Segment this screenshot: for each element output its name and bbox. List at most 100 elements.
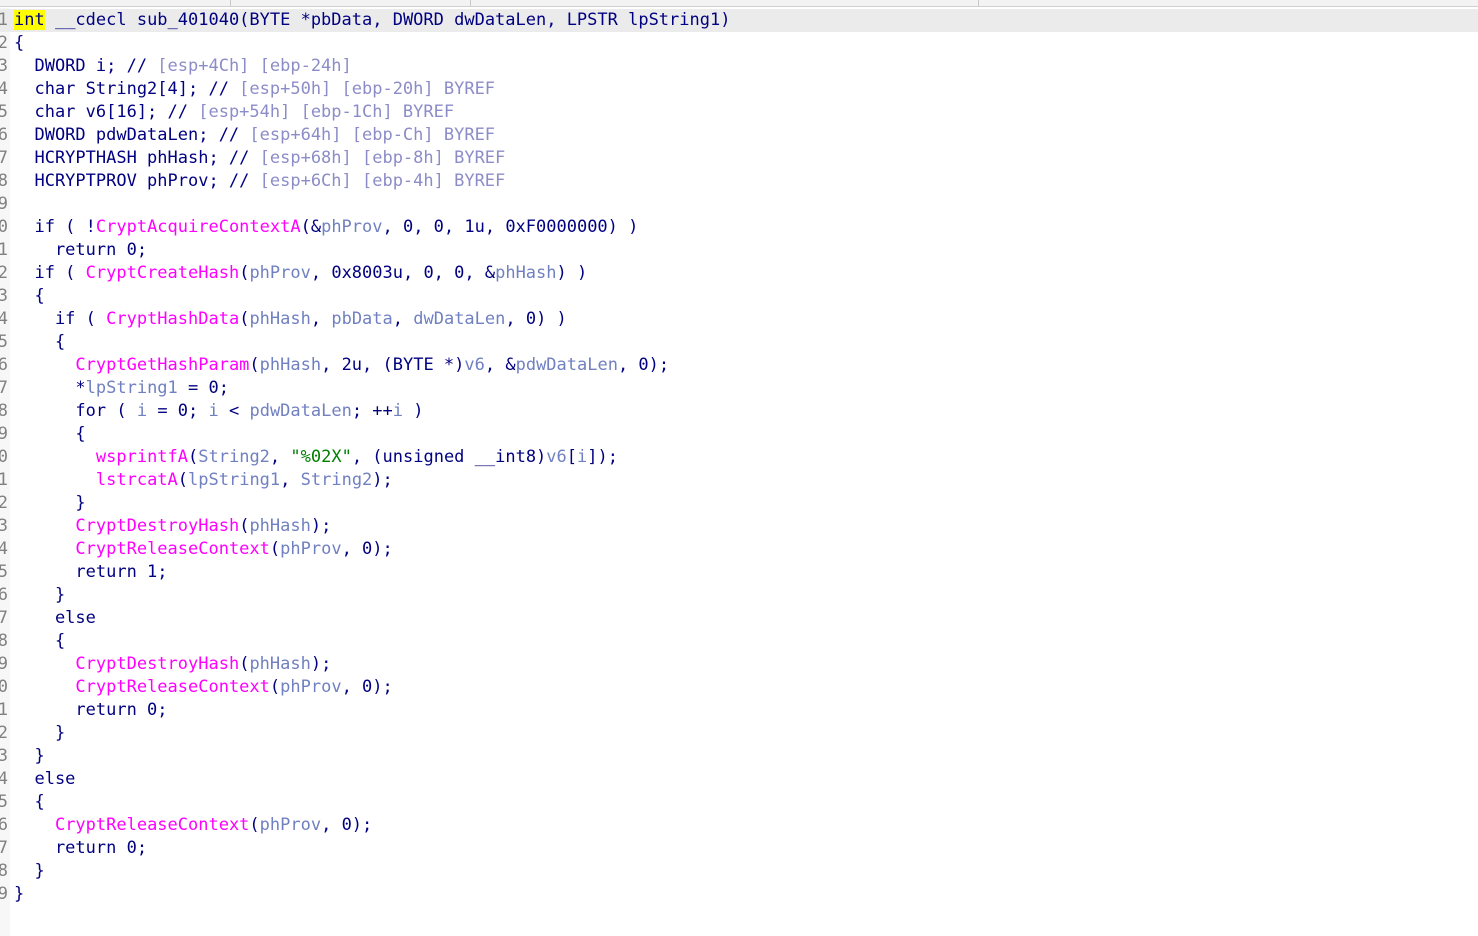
code-line[interactable]: 9 CryptDestroyHash(phHash); bbox=[0, 653, 1478, 676]
code-token[interactable]: dwDataLen bbox=[413, 309, 505, 329]
code-line[interactable]: 1 lstrcatA(lpString1, String2); bbox=[0, 469, 1478, 492]
code-token[interactable]: phProv bbox=[260, 815, 321, 835]
code-token[interactable]: phProv bbox=[280, 539, 341, 559]
code-line[interactable]: 4 if ( CryptHashData(phHash, pbData, dwD… bbox=[0, 308, 1478, 331]
code-token[interactable]: phHash bbox=[249, 309, 310, 329]
code-line[interactable]: 5 { bbox=[0, 791, 1478, 814]
code-text[interactable]: { bbox=[14, 285, 44, 308]
code-text[interactable]: return 1; bbox=[14, 561, 167, 584]
code-text[interactable]: CryptReleaseContext(phProv, 0); bbox=[14, 676, 392, 699]
code-token[interactable]: String2 bbox=[198, 447, 270, 467]
code-text[interactable]: CryptDestroyHash(phHash); bbox=[14, 653, 331, 676]
code-line[interactable]: 0 if ( !CryptAcquireContextA(&phProv, 0,… bbox=[0, 216, 1478, 239]
tab-strip[interactable] bbox=[0, 0, 1478, 7]
code-text[interactable]: DWORD pdwDataLen; // [esp+64h] [ebp-Ch] … bbox=[14, 124, 495, 147]
code-line[interactable]: 8 { bbox=[0, 630, 1478, 653]
code-line[interactable]: 7 *lpString1 = 0; bbox=[0, 377, 1478, 400]
code-line[interactable]: 5 return 1; bbox=[0, 561, 1478, 584]
code-text[interactable]: wsprintfA(String2, "%02X", (unsigned __i… bbox=[14, 446, 618, 469]
code-token[interactable]: i bbox=[209, 401, 219, 421]
code-text[interactable]: if ( !CryptAcquireContextA(&phProv, 0, 0… bbox=[14, 216, 638, 239]
code-text[interactable]: CryptReleaseContext(phProv, 0); bbox=[14, 538, 392, 561]
code-line[interactable]: 9 bbox=[0, 193, 1478, 216]
code-line[interactable]: 0 CryptReleaseContext(phProv, 0); bbox=[0, 676, 1478, 699]
code-text[interactable]: char v6[16]; // [esp+54h] [ebp-1Ch] BYRE… bbox=[14, 101, 454, 124]
code-line[interactable]: 7 HCRYPTHASH phHash; // [esp+68h] [ebp-8… bbox=[0, 147, 1478, 170]
code-line[interactable]: 0 wsprintfA(String2, "%02X", (unsigned _… bbox=[0, 446, 1478, 469]
code-line[interactable]: 6 DWORD pdwDataLen; // [esp+64h] [ebp-Ch… bbox=[0, 124, 1478, 147]
code-token[interactable]: i bbox=[577, 447, 587, 467]
code-line[interactable]: 2{ bbox=[0, 32, 1478, 55]
code-text[interactable]: CryptReleaseContext(phProv, 0); bbox=[14, 814, 372, 837]
code-token[interactable]: phHash bbox=[260, 355, 321, 375]
code-text[interactable]: { bbox=[14, 630, 65, 653]
code-text[interactable]: { bbox=[14, 423, 85, 446]
code-token[interactable]: CryptReleaseContext bbox=[75, 539, 269, 559]
code-text[interactable]: } bbox=[14, 860, 44, 883]
code-text[interactable]: return 0; bbox=[14, 699, 167, 722]
code-text[interactable]: int __cdecl sub_401040(BYTE *pbData, DWO… bbox=[14, 9, 730, 32]
code-line[interactable]: 5 { bbox=[0, 331, 1478, 354]
code-line[interactable]: 3 DWORD i; // [esp+4Ch] [ebp-24h] bbox=[0, 55, 1478, 78]
code-token[interactable]: CryptDestroyHash bbox=[75, 654, 239, 674]
code-text[interactable]: lstrcatA(lpString1, String2); bbox=[14, 469, 393, 492]
code-text[interactable]: HCRYPTHASH phHash; // [esp+68h] [ebp-8h]… bbox=[14, 147, 505, 170]
code-token[interactable]: CryptGetHashParam bbox=[75, 355, 249, 375]
code-token[interactable]: CryptCreateHash bbox=[86, 263, 240, 283]
code-token[interactable]: CryptReleaseContext bbox=[55, 815, 249, 835]
code-token[interactable]: phProv bbox=[249, 263, 310, 283]
code-token[interactable]: lpString1 bbox=[86, 378, 178, 398]
code-line[interactable]: 6 CryptReleaseContext(phProv, 0); bbox=[0, 814, 1478, 837]
code-text[interactable]: { bbox=[14, 32, 24, 55]
code-line[interactable]: 4 CryptReleaseContext(phProv, 0); bbox=[0, 538, 1478, 561]
code-token[interactable]: lstrcatA bbox=[96, 470, 178, 490]
code-line[interactable]: 4 char String2[4]; // [esp+50h] [ebp-20h… bbox=[0, 78, 1478, 101]
code-text[interactable]: return 0; bbox=[14, 837, 147, 860]
code-text[interactable]: if ( CryptCreateHash(phProv, 0x8003u, 0,… bbox=[14, 262, 587, 285]
code-token[interactable]: CryptAcquireContextA bbox=[96, 217, 301, 237]
code-text[interactable]: char String2[4]; // [esp+50h] [ebp-20h] … bbox=[14, 78, 495, 101]
code-token[interactable]: phHash bbox=[495, 263, 556, 283]
code-text[interactable]: } bbox=[14, 722, 65, 745]
code-text[interactable]: else bbox=[14, 768, 75, 791]
code-text[interactable]: { bbox=[14, 331, 65, 354]
code-text[interactable]: } bbox=[14, 584, 65, 607]
code-line[interactable]: 1 int __cdecl sub_401040(BYTE *pbData, DW… bbox=[0, 9, 1478, 32]
code-text[interactable]: CryptGetHashParam(phHash, 2u, (BYTE *)v6… bbox=[14, 354, 669, 377]
code-text[interactable]: else bbox=[14, 607, 96, 630]
code-token[interactable]: wsprintfA bbox=[96, 447, 188, 467]
code-line[interactable]: 9 { bbox=[0, 423, 1478, 446]
code-line[interactable]: 3 { bbox=[0, 285, 1478, 308]
code-line[interactable]: 8 HCRYPTPROV phProv; // [esp+6Ch] [ebp-4… bbox=[0, 170, 1478, 193]
code-text[interactable]: *lpString1 = 0; bbox=[14, 377, 229, 400]
code-line[interactable]: 3 CryptDestroyHash(phHash); bbox=[0, 515, 1478, 538]
code-line[interactable]: 6 } bbox=[0, 584, 1478, 607]
code-token[interactable]: CryptHashData bbox=[106, 309, 239, 329]
code-token[interactable]: pdwDataLen bbox=[249, 401, 351, 421]
code-token[interactable]: phProv bbox=[321, 217, 382, 237]
code-token[interactable]: pdwDataLen bbox=[516, 355, 618, 375]
code-token[interactable]: v6 bbox=[546, 447, 566, 467]
code-line[interactable]: 6 CryptGetHashParam(phHash, 2u, (BYTE *)… bbox=[0, 354, 1478, 377]
code-text[interactable]: if ( CryptHashData(phHash, pbData, dwDat… bbox=[14, 308, 567, 331]
code-token[interactable]: CryptReleaseContext bbox=[75, 677, 269, 697]
code-token[interactable]: pbData bbox=[331, 309, 392, 329]
code-token[interactable]: v6 bbox=[464, 355, 484, 375]
code-token[interactable]: i bbox=[137, 401, 147, 421]
code-line[interactable]: 8 for ( i = 0; i < pdwDataLen; ++i ) bbox=[0, 400, 1478, 423]
code-line[interactable]: 2 if ( CryptCreateHash(phProv, 0x8003u, … bbox=[0, 262, 1478, 285]
code-line[interactable]: 7 return 0; bbox=[0, 837, 1478, 860]
code-token[interactable]: phHash bbox=[249, 516, 310, 536]
code-text[interactable]: } bbox=[14, 883, 24, 906]
code-token[interactable]: phHash bbox=[249, 654, 310, 674]
code-line[interactable]: 9} bbox=[0, 883, 1478, 906]
code-text[interactable]: } bbox=[14, 492, 85, 515]
code-line[interactable]: 2 } bbox=[0, 492, 1478, 515]
code-text[interactable]: return 0; bbox=[14, 239, 147, 262]
code-line[interactable]: 3 } bbox=[0, 745, 1478, 768]
code-text[interactable]: { bbox=[14, 791, 44, 814]
code-token[interactable]: i bbox=[393, 401, 403, 421]
code-line[interactable]: 8 } bbox=[0, 860, 1478, 883]
code-line[interactable]: 1 return 0; bbox=[0, 699, 1478, 722]
code-token[interactable]: lpString1 bbox=[188, 470, 280, 490]
